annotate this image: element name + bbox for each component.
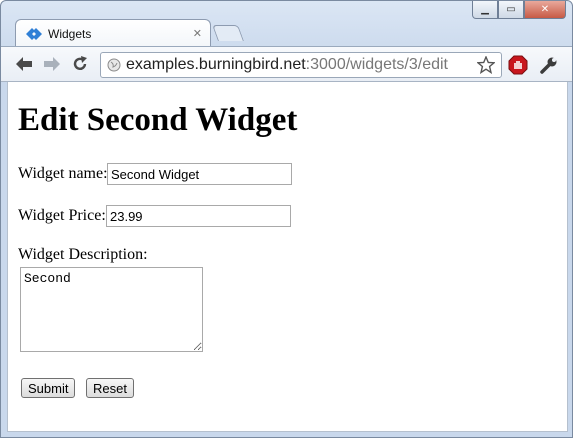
reset-button[interactable]: Reset: [86, 378, 134, 398]
url-path: :3000/widgets/3/edit: [305, 56, 448, 73]
settings-wrench-button[interactable]: [537, 53, 561, 77]
widget-description-label: Widget Description:: [18, 246, 148, 263]
reload-icon: [73, 56, 87, 71]
new-tab-button[interactable]: [212, 25, 244, 41]
page-content: Edit Second Widget Widget name: Widget P…: [7, 82, 568, 432]
widget-description-field[interactable]: Second: [20, 267, 203, 352]
minimize-button[interactable]: ▁: [472, 1, 498, 19]
address-bar[interactable]: examples.burningbird.net:3000/widgets/3/…: [100, 52, 502, 78]
url-text: examples.burningbird.net:3000/widgets/3/…: [126, 56, 448, 74]
page-title: Edit Second Widget: [18, 102, 298, 138]
wrench-icon: [540, 57, 557, 74]
browser-window: ▁ ▭ ✕ Widgets ✕ examples.burningbird.net…: [0, 0, 573, 438]
widget-name-label: Widget name:: [18, 165, 108, 182]
widget-price-field[interactable]: [106, 205, 291, 227]
widget-price-label: Widget Price:: [18, 207, 106, 224]
window-controls: ▁ ▭ ✕: [472, 1, 566, 19]
forward-button[interactable]: [41, 53, 63, 75]
close-tab-icon[interactable]: ✕: [193, 27, 202, 40]
reload-button[interactable]: [69, 53, 91, 75]
close-window-button[interactable]: ✕: [524, 1, 566, 19]
url-host: examples.burningbird.net: [126, 56, 306, 73]
widget-favicon-icon: [26, 27, 42, 40]
toolbar: examples.burningbird.net:3000/widgets/3/…: [1, 46, 572, 82]
adblock-extension-button[interactable]: [506, 53, 530, 77]
back-button[interactable]: [13, 53, 35, 75]
tab-widgets[interactable]: Widgets ✕: [15, 19, 211, 47]
tab-title: Widgets: [48, 26, 92, 41]
tab-strip: Widgets ✕: [1, 19, 572, 47]
submit-button[interactable]: Submit: [21, 378, 76, 398]
back-arrow-icon: [16, 57, 32, 71]
page-info-globe-icon: [107, 58, 121, 72]
bookmark-star-icon[interactable]: [477, 56, 495, 74]
forward-arrow-icon: [44, 57, 60, 71]
maximize-button[interactable]: ▭: [498, 1, 524, 19]
widget-name-field[interactable]: [107, 163, 292, 185]
stop-sign-icon: [508, 55, 528, 75]
